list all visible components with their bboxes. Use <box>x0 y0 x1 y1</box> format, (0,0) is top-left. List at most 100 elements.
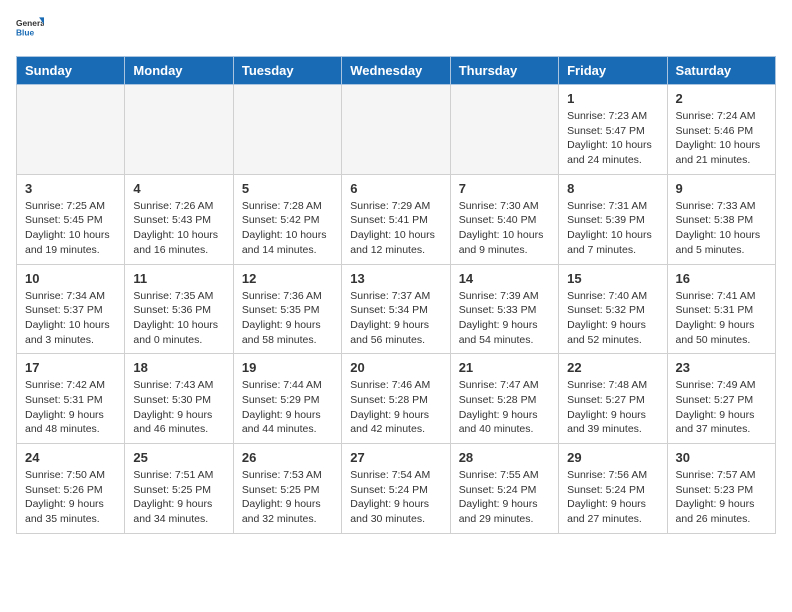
week-row-5: 24 Sunrise: 7:50 AM Sunset: 5:26 PM Dayli… <box>17 444 776 534</box>
week-row-2: 3 Sunrise: 7:25 AM Sunset: 5:45 PM Daylig… <box>17 174 776 264</box>
day-number: 16 <box>676 271 767 286</box>
logo-icon: GeneralBlue <box>16 16 44 44</box>
day-detail: Sunrise: 7:36 AM Sunset: 5:35 PM Dayligh… <box>242 289 333 348</box>
calendar-cell: 17 Sunrise: 7:42 AM Sunset: 5:31 PM Dayli… <box>17 354 125 444</box>
calendar-header-row: SundayMondayTuesdayWednesdayThursdayFrid… <box>17 57 776 85</box>
day-detail: Sunrise: 7:46 AM Sunset: 5:28 PM Dayligh… <box>350 378 441 437</box>
calendar-cell <box>125 85 233 175</box>
calendar-cell: 30Sunrise: 7:57 AM Sunset: 5:23 PM Dayli… <box>667 444 775 534</box>
day-detail: Sunrise: 7:54 AM Sunset: 5:24 PM Dayligh… <box>350 468 441 527</box>
header-day-thursday: Thursday <box>450 57 558 85</box>
header-day-wednesday: Wednesday <box>342 57 450 85</box>
day-detail: Sunrise: 7:37 AM Sunset: 5:34 PM Dayligh… <box>350 289 441 348</box>
day-detail: Sunrise: 7:25 AM Sunset: 5:45 PM Dayligh… <box>25 199 116 258</box>
day-number: 22 <box>567 360 658 375</box>
calendar-cell: 6 Sunrise: 7:29 AM Sunset: 5:41 PM Daylig… <box>342 174 450 264</box>
day-number: 21 <box>459 360 550 375</box>
day-detail: Sunrise: 7:56 AM Sunset: 5:24 PM Dayligh… <box>567 468 658 527</box>
calendar-cell: 13 Sunrise: 7:37 AM Sunset: 5:34 PM Dayli… <box>342 264 450 354</box>
day-detail: Sunrise: 7:26 AM Sunset: 5:43 PM Dayligh… <box>133 199 224 258</box>
calendar-cell <box>450 85 558 175</box>
calendar-cell: 8 Sunrise: 7:31 AM Sunset: 5:39 PM Daylig… <box>559 174 667 264</box>
day-number: 23 <box>676 360 767 375</box>
day-detail: Sunrise: 7:50 AM Sunset: 5:26 PM Dayligh… <box>25 468 116 527</box>
header-day-sunday: Sunday <box>17 57 125 85</box>
day-number: 8 <box>567 181 658 196</box>
day-detail: Sunrise: 7:33 AM Sunset: 5:38 PM Dayligh… <box>676 199 767 258</box>
calendar-cell: 2Sunrise: 7:24 AM Sunset: 5:46 PM Daylig… <box>667 85 775 175</box>
day-number: 13 <box>350 271 441 286</box>
day-detail: Sunrise: 7:42 AM Sunset: 5:31 PM Dayligh… <box>25 378 116 437</box>
day-number: 25 <box>133 450 224 465</box>
day-detail: Sunrise: 7:34 AM Sunset: 5:37 PM Dayligh… <box>25 289 116 348</box>
day-detail: Sunrise: 7:49 AM Sunset: 5:27 PM Dayligh… <box>676 378 767 437</box>
calendar-cell: 16 Sunrise: 7:41 AM Sunset: 5:31 PM Dayli… <box>667 264 775 354</box>
day-number: 24 <box>25 450 116 465</box>
calendar-cell: 25 Sunrise: 7:51 AM Sunset: 5:25 PM Dayli… <box>125 444 233 534</box>
day-number: 30 <box>676 450 767 465</box>
calendar-cell: 5 Sunrise: 7:28 AM Sunset: 5:42 PM Daylig… <box>233 174 341 264</box>
week-row-3: 10 Sunrise: 7:34 AM Sunset: 5:37 PM Dayli… <box>17 264 776 354</box>
day-detail: Sunrise: 7:41 AM Sunset: 5:31 PM Dayligh… <box>676 289 767 348</box>
day-number: 11 <box>133 271 224 286</box>
day-number: 18 <box>133 360 224 375</box>
calendar-cell: 12 Sunrise: 7:36 AM Sunset: 5:35 PM Dayli… <box>233 264 341 354</box>
calendar-cell <box>233 85 341 175</box>
day-number: 6 <box>350 181 441 196</box>
day-number: 19 <box>242 360 333 375</box>
day-detail: Sunrise: 7:55 AM Sunset: 5:24 PM Dayligh… <box>459 468 550 527</box>
calendar-cell: 18 Sunrise: 7:43 AM Sunset: 5:30 PM Dayli… <box>125 354 233 444</box>
day-number: 9 <box>676 181 767 196</box>
calendar-cell: 14 Sunrise: 7:39 AM Sunset: 5:33 PM Dayli… <box>450 264 558 354</box>
calendar-cell: 21 Sunrise: 7:47 AM Sunset: 5:28 PM Dayli… <box>450 354 558 444</box>
calendar-cell: 23 Sunrise: 7:49 AM Sunset: 5:27 PM Dayli… <box>667 354 775 444</box>
header-day-saturday: Saturday <box>667 57 775 85</box>
day-number: 1 <box>567 91 658 106</box>
calendar-cell: 29 Sunrise: 7:56 AM Sunset: 5:24 PM Dayli… <box>559 444 667 534</box>
calendar-cell: 27Sunrise: 7:54 AM Sunset: 5:24 PM Dayli… <box>342 444 450 534</box>
day-detail: Sunrise: 7:53 AM Sunset: 5:25 PM Dayligh… <box>242 468 333 527</box>
calendar-cell: 10 Sunrise: 7:34 AM Sunset: 5:37 PM Dayli… <box>17 264 125 354</box>
header-day-monday: Monday <box>125 57 233 85</box>
day-number: 26 <box>242 450 333 465</box>
week-row-4: 17 Sunrise: 7:42 AM Sunset: 5:31 PM Dayli… <box>17 354 776 444</box>
calendar-cell <box>342 85 450 175</box>
calendar-cell <box>17 85 125 175</box>
day-detail: Sunrise: 7:51 AM Sunset: 5:25 PM Dayligh… <box>133 468 224 527</box>
day-detail: Sunrise: 7:23 AM Sunset: 5:47 PM Dayligh… <box>567 109 658 168</box>
day-detail: Sunrise: 7:29 AM Sunset: 5:41 PM Dayligh… <box>350 199 441 258</box>
day-detail: Sunrise: 7:47 AM Sunset: 5:28 PM Dayligh… <box>459 378 550 437</box>
day-number: 17 <box>25 360 116 375</box>
calendar-cell: 11Sunrise: 7:35 AM Sunset: 5:36 PM Dayli… <box>125 264 233 354</box>
svg-text:General: General <box>16 18 44 28</box>
day-number: 29 <box>567 450 658 465</box>
day-detail: Sunrise: 7:28 AM Sunset: 5:42 PM Dayligh… <box>242 199 333 258</box>
calendar-cell: 28Sunrise: 7:55 AM Sunset: 5:24 PM Dayli… <box>450 444 558 534</box>
calendar-cell: 7 Sunrise: 7:30 AM Sunset: 5:40 PM Daylig… <box>450 174 558 264</box>
svg-text:Blue: Blue <box>16 28 34 38</box>
day-number: 2 <box>676 91 767 106</box>
day-detail: Sunrise: 7:43 AM Sunset: 5:30 PM Dayligh… <box>133 378 224 437</box>
day-detail: Sunrise: 7:30 AM Sunset: 5:40 PM Dayligh… <box>459 199 550 258</box>
header: GeneralBlue <box>16 16 776 44</box>
day-number: 3 <box>25 181 116 196</box>
day-detail: Sunrise: 7:31 AM Sunset: 5:39 PM Dayligh… <box>567 199 658 258</box>
calendar-cell: 15 Sunrise: 7:40 AM Sunset: 5:32 PM Dayli… <box>559 264 667 354</box>
header-day-tuesday: Tuesday <box>233 57 341 85</box>
calendar-table: SundayMondayTuesdayWednesdayThursdayFrid… <box>16 56 776 534</box>
day-detail: Sunrise: 7:44 AM Sunset: 5:29 PM Dayligh… <box>242 378 333 437</box>
day-number: 15 <box>567 271 658 286</box>
calendar-cell: 3 Sunrise: 7:25 AM Sunset: 5:45 PM Daylig… <box>17 174 125 264</box>
day-number: 5 <box>242 181 333 196</box>
calendar-cell: 1 Sunrise: 7:23 AM Sunset: 5:47 PM Daylig… <box>559 85 667 175</box>
day-detail: Sunrise: 7:40 AM Sunset: 5:32 PM Dayligh… <box>567 289 658 348</box>
day-detail: Sunrise: 7:39 AM Sunset: 5:33 PM Dayligh… <box>459 289 550 348</box>
day-detail: Sunrise: 7:48 AM Sunset: 5:27 PM Dayligh… <box>567 378 658 437</box>
day-number: 20 <box>350 360 441 375</box>
day-number: 12 <box>242 271 333 286</box>
day-number: 14 <box>459 271 550 286</box>
calendar-cell: 24 Sunrise: 7:50 AM Sunset: 5:26 PM Dayli… <box>17 444 125 534</box>
day-number: 7 <box>459 181 550 196</box>
day-number: 4 <box>133 181 224 196</box>
day-number: 10 <box>25 271 116 286</box>
